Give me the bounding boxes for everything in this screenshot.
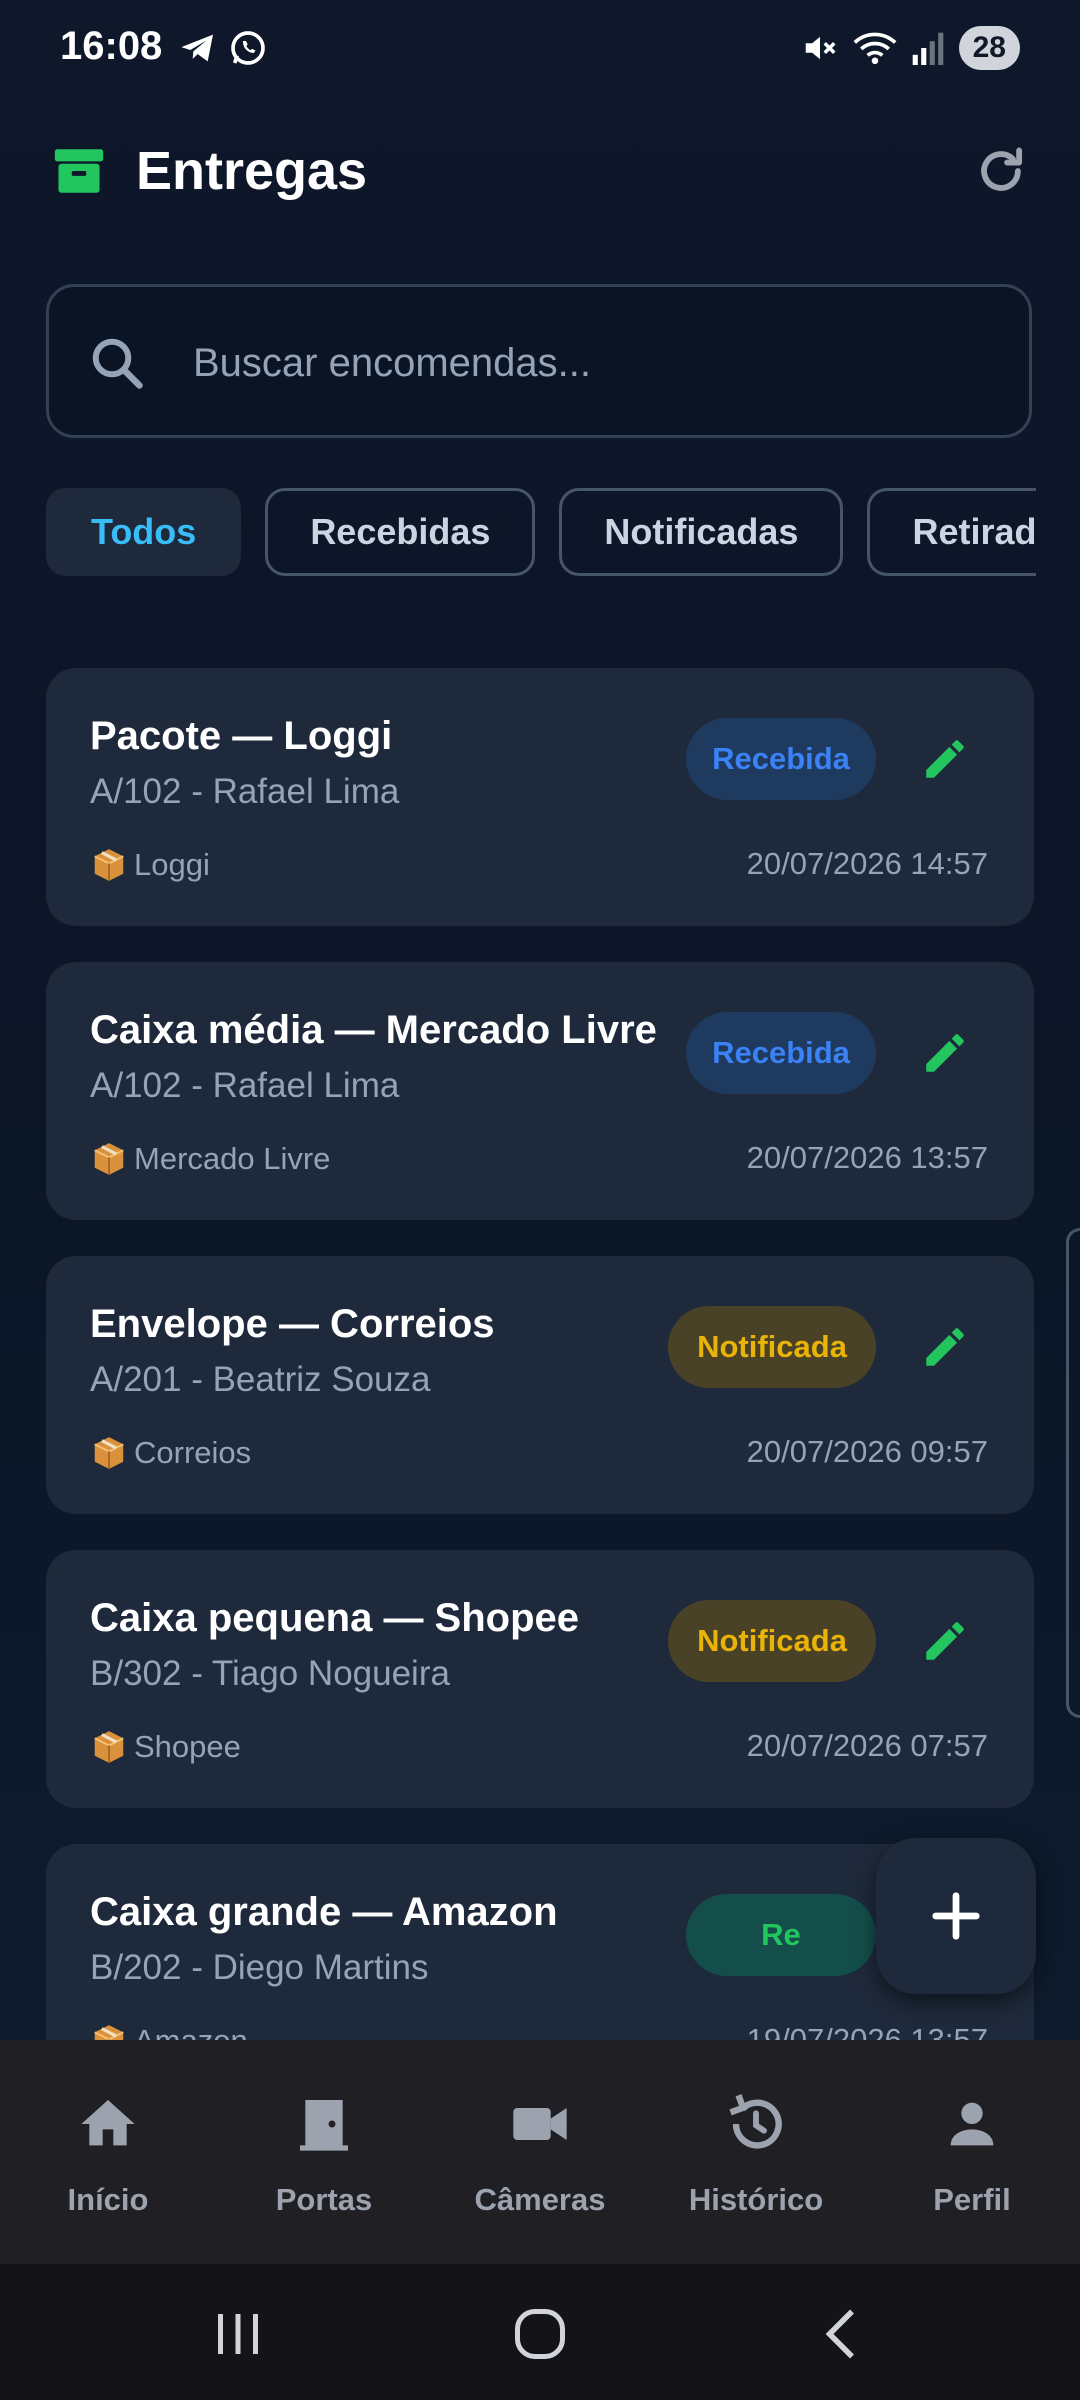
delivery-datetime: 20/07/2026 14:57 xyxy=(746,846,988,881)
person-icon xyxy=(950,2102,994,2146)
add-delivery-button[interactable] xyxy=(876,1838,1036,1994)
package-icon xyxy=(94,849,124,881)
search-input[interactable] xyxy=(191,317,995,409)
whatsapp-icon xyxy=(231,31,265,65)
delivery-card[interactable]: Envelope — Correios A/201 - Beatriz Souz… xyxy=(46,1256,1034,1514)
nav-label: Perfil xyxy=(933,2182,1011,2217)
nav-label: Histórico xyxy=(688,2182,824,2217)
battery-indicator: 28 xyxy=(958,26,1020,70)
telegram-icon xyxy=(181,34,213,62)
package-icon xyxy=(94,2025,124,2040)
nav-item-perfil[interactable]: Perfil xyxy=(864,2040,1080,2264)
delivery-carrier: Mercado Livre xyxy=(90,1140,330,1178)
edit-pencil-icon[interactable] xyxy=(920,1028,970,1078)
status-badge: Recebida xyxy=(686,718,876,800)
door-icon xyxy=(300,2100,348,2151)
delivery-unit-resident: A/102 - Rafael Lima xyxy=(90,1066,400,1105)
home-icon xyxy=(81,2100,135,2146)
nav-label: Portas xyxy=(275,2182,373,2217)
filter-chip-retiradas[interactable]: Retiradas xyxy=(867,488,1036,576)
carrier-name: Correios xyxy=(134,1435,252,1470)
search-box xyxy=(46,284,1032,438)
scroll-indicator[interactable] xyxy=(1066,1228,1080,1718)
carrier-name: Shopee xyxy=(134,1729,241,1764)
nav-item-inicio[interactable]: Início xyxy=(0,2040,216,2264)
delivery-unit-resident: B/302 - Tiago Nogueira xyxy=(90,1654,450,1693)
status-badge: Recebida xyxy=(686,1012,876,1094)
delivery-unit-resident: A/201 - Beatriz Souza xyxy=(90,1360,431,1399)
delivery-unit-resident: A/102 - Rafael Lima xyxy=(90,772,400,811)
back-icon[interactable] xyxy=(812,2304,872,2364)
nav-item-historico[interactable]: Histórico xyxy=(648,2040,864,2264)
carrier-name: Amazon xyxy=(134,2023,248,2040)
status-badge: Notificada xyxy=(668,1306,876,1388)
status-bar: 16:08 28 xyxy=(0,0,1080,100)
search-icon xyxy=(92,338,143,389)
package-icon xyxy=(94,1437,124,1469)
delivery-datetime: 19/07/2026 13:57 xyxy=(746,2022,988,2040)
app-header: Entregas xyxy=(0,120,1080,220)
system-navigation-bar xyxy=(0,2264,1080,2400)
plus-icon xyxy=(932,1892,980,1940)
delivery-card[interactable]: Pacote — Loggi A/102 - Rafael Lima Loggi… xyxy=(46,668,1034,926)
delivery-card[interactable]: Caixa pequena — Shopee B/302 - Tiago Nog… xyxy=(46,1550,1034,1808)
nav-item-portas[interactable]: Portas xyxy=(216,2040,432,2264)
delivery-list: Pacote — Loggi A/102 - Rafael Lima Loggi… xyxy=(46,668,1034,2040)
delivery-title: Caixa pequena — Shopee xyxy=(90,1596,580,1640)
delivery-carrier: Loggi xyxy=(90,846,210,884)
delivery-carrier: Shopee xyxy=(90,1728,241,1766)
bottom-navigation: Início Portas Câmeras Histórico Perfil xyxy=(0,2040,1080,2264)
carrier-name: Mercado Livre xyxy=(134,1141,331,1176)
status-notification-icons xyxy=(178,28,268,68)
delivery-datetime: 20/07/2026 09:57 xyxy=(746,1434,988,1469)
edit-pencil-icon[interactable] xyxy=(920,1322,970,1372)
package-icon xyxy=(94,1143,124,1175)
home-button-icon[interactable] xyxy=(510,2304,570,2364)
nav-label: Câmeras xyxy=(474,2182,606,2217)
package-icon xyxy=(94,1731,124,1763)
delivery-carrier: Correios xyxy=(90,1434,251,1472)
delivery-unit-resident: B/202 - Diego Martins xyxy=(90,1948,429,1987)
delivery-title: Envelope — Correios xyxy=(90,1302,495,1346)
carrier-name: Loggi xyxy=(134,847,210,882)
recent-apps-icon[interactable] xyxy=(208,2304,268,2364)
delivery-datetime: 20/07/2026 07:57 xyxy=(746,1728,988,1763)
wifi-icon xyxy=(853,32,897,65)
nav-item-cameras[interactable]: Câmeras xyxy=(432,2040,648,2264)
page-title: Entregas xyxy=(136,141,368,201)
filter-chips: Todos Recebidas Notificadas Retiradas xyxy=(46,488,1036,580)
edit-pencil-icon[interactable] xyxy=(920,1616,970,1666)
delivery-title: Caixa grande — Amazon xyxy=(90,1890,558,1934)
video-camera-icon xyxy=(513,2108,567,2140)
signal-icon xyxy=(912,32,943,65)
app-screen: 16:08 28 Entregas Buscar encomendas... T… xyxy=(0,0,1080,2040)
filter-chip-recebidas[interactable]: Recebidas xyxy=(265,488,536,576)
status-time: 16:08 xyxy=(60,24,163,68)
filter-chip-notificadas[interactable]: Notificadas xyxy=(559,488,844,576)
delivery-card[interactable]: Caixa média — Mercado Livre A/102 - Rafa… xyxy=(46,962,1034,1220)
nav-label: Início xyxy=(67,2182,149,2217)
status-badge: Re xyxy=(686,1894,876,1976)
mute-icon xyxy=(805,36,836,60)
filter-chip-todos[interactable]: Todos xyxy=(46,488,242,576)
history-icon xyxy=(729,2094,782,2149)
delivery-title: Pacote — Loggi xyxy=(90,714,393,758)
delivery-title: Caixa média — Mercado Livre xyxy=(90,1008,657,1052)
delivery-carrier: Amazon xyxy=(90,2022,248,2040)
status-system-icons: 28 xyxy=(801,26,1020,70)
status-badge: Notificada xyxy=(668,1600,876,1682)
archive-box-icon xyxy=(54,149,104,193)
edit-pencil-icon[interactable] xyxy=(920,734,970,784)
delivery-datetime: 20/07/2026 13:57 xyxy=(746,1140,988,1175)
refresh-icon[interactable] xyxy=(972,142,1030,200)
